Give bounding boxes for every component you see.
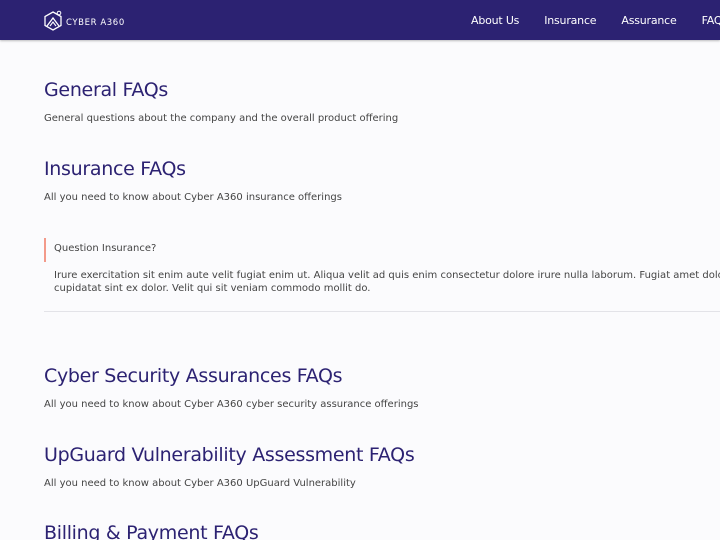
faq-answer-line: cupidatat sint ex dolor. Velit qui sit v…: [54, 283, 371, 294]
shield-hexagon-logo-icon: [44, 10, 62, 31]
section-title-general: General FAQs: [44, 79, 169, 101]
brand-logo[interactable]: CYBER A360: [43, 10, 125, 32]
faq-question[interactable]: Question Insurance?: [54, 243, 156, 254]
section-desc-upguard: All you need to know about Cyber A360 Up…: [44, 478, 356, 489]
section-desc-cyber-security-assurances: All you need to know about Cyber A360 cy…: [44, 399, 419, 410]
faq-answer: Irure exercitation sit enim aute velit f…: [54, 269, 720, 295]
section-title-cyber-security-assurances: Cyber Security Assurances FAQs: [44, 365, 343, 387]
nav-link-assurance[interactable]: Assurance: [621, 14, 676, 27]
faq-accent-bar: [44, 238, 46, 262]
brand-name: CYBER A360: [66, 18, 125, 28]
section-title-billing-payment: Billing & Payment FAQs: [44, 522, 259, 540]
section-title-insurance: Insurance FAQs: [44, 158, 186, 180]
nav-link-faqs[interactable]: FAQs: [702, 14, 720, 27]
section-desc-insurance: All you need to know about Cyber A360 in…: [44, 192, 342, 203]
section-desc-general: General questions about the company and …: [44, 113, 399, 124]
top-navbar: CYBER A360 About Us Insurance Assurance …: [0, 0, 720, 40]
faq-page-content: General FAQs General questions about the…: [0, 40, 720, 540]
nav-link-about-us[interactable]: About Us: [471, 14, 519, 27]
faq-answer-line: Irure exercitation sit enim aute velit f…: [54, 270, 720, 281]
faq-item-insurance: Question Insurance? Irure exercitation s…: [44, 238, 720, 312]
main-nav: About Us Insurance Assurance FAQs: [471, 0, 720, 40]
section-title-upguard: UpGuard Vulnerability Assessment FAQs: [44, 444, 415, 466]
nav-link-insurance[interactable]: Insurance: [544, 14, 596, 27]
